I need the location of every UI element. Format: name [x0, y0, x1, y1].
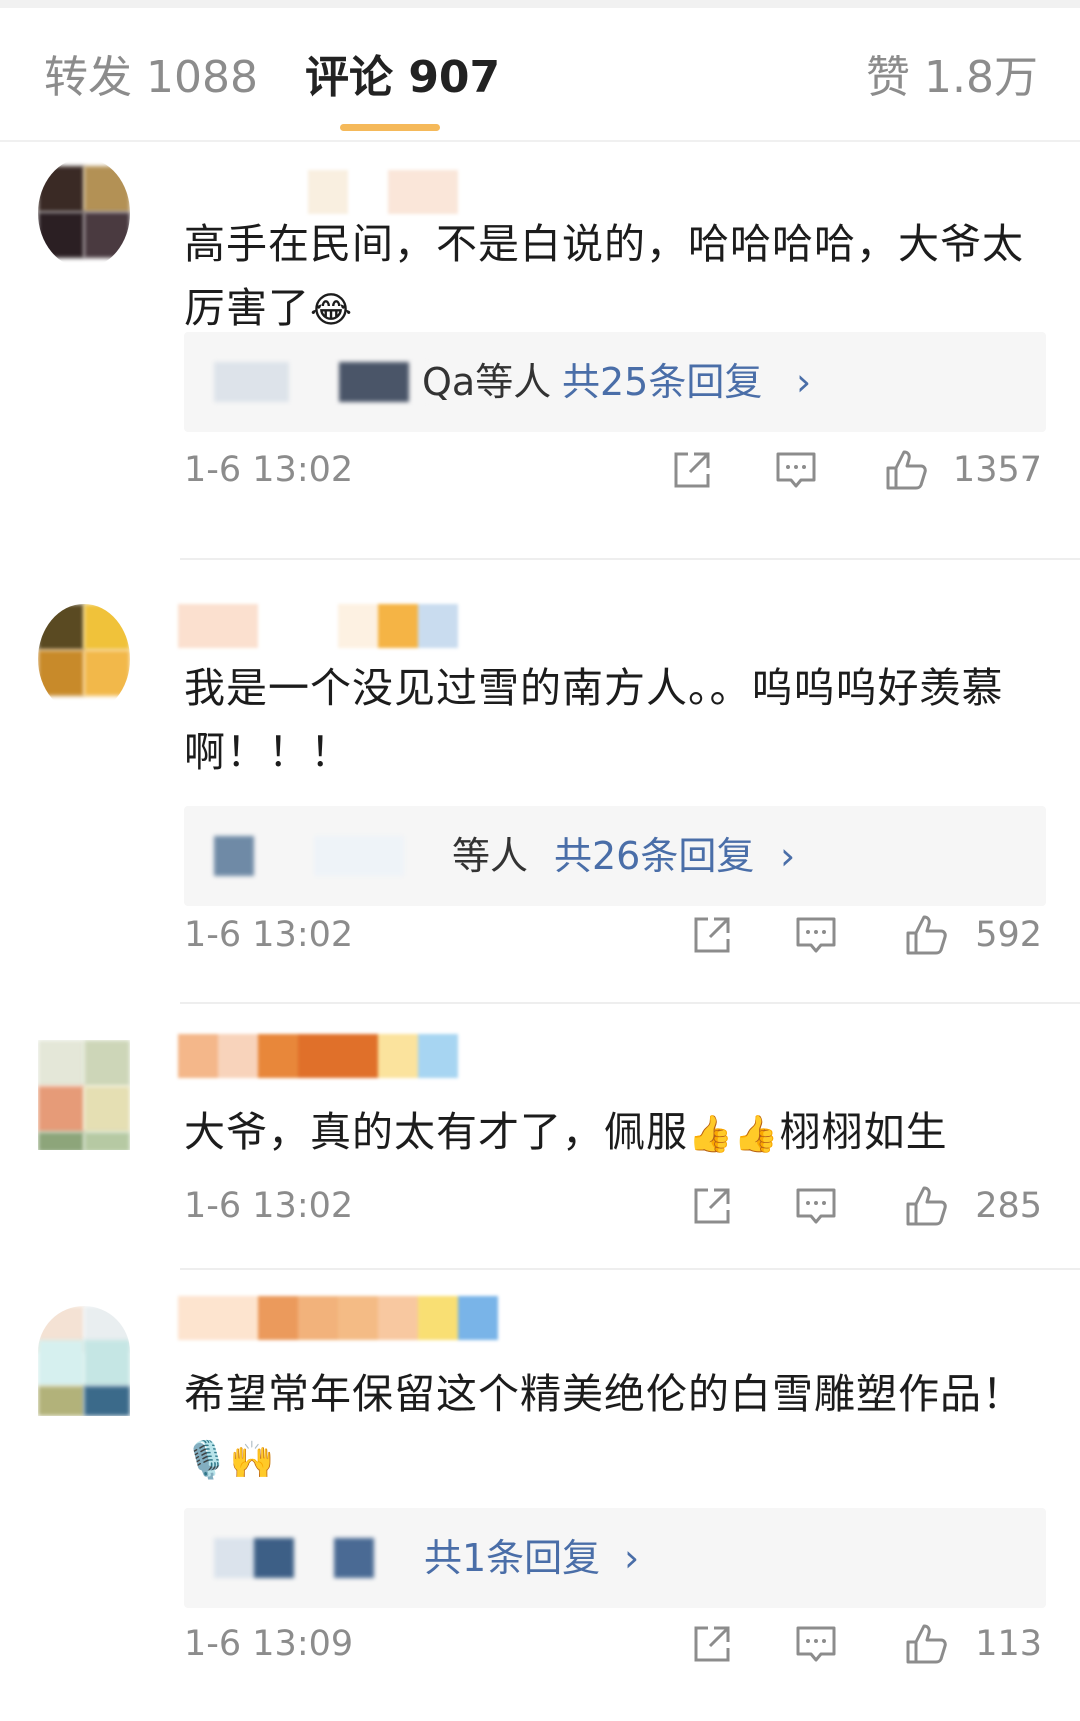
thumbs-up-emoji-icon: 👍👍 — [688, 1114, 780, 1155]
top-divider — [0, 0, 1080, 8]
reply-users-blurred — [214, 1538, 374, 1578]
comment-time: 1-6 13:02 — [184, 915, 354, 955]
reply-count-link[interactable]: 共1条回复 — [424, 1530, 600, 1586]
comment-icon[interactable] — [774, 448, 818, 492]
comment-item: 我是一个没见过雪的南方人。。呜呜呜好羡慕啊！！！ 等人 共26条回复 › 1-6… — [0, 562, 1080, 1004]
comment-item: 希望常年保留这个精美绝伦的白雪雕塑作品！ 🎙️🙌 共1条回复 › 1-6 13:0… — [0, 1272, 1080, 1721]
like-count: 1357 — [952, 450, 1042, 490]
like-count: 592 — [975, 915, 1042, 955]
comment-text: 大爷，真的太有才了，佩服👍👍栩栩如生 — [184, 1100, 1044, 1167]
chevron-right-icon: › — [624, 1536, 640, 1580]
like-icon[interactable] — [904, 1184, 948, 1228]
comment-body: 我是一个没见过雪的南方人。。呜呜呜好羡慕啊！！！ — [184, 664, 1004, 776]
username-blurred[interactable] — [178, 1296, 498, 1340]
reply-users-label: Qa等人 — [422, 360, 552, 404]
comment-item: 高手在民间，不是白说的，哈哈哈哈，大爷太厉害了😂 Qa等人 共25条回复 › 1… — [0, 140, 1080, 560]
comment-text: 希望常年保留这个精美绝伦的白雪雕塑作品！ 🎙️🙌 — [184, 1362, 1044, 1493]
comment-time: 1-6 13:02 — [184, 450, 354, 490]
divider — [180, 558, 1080, 560]
comment-item: 大爷，真的太有才了，佩服👍👍栩栩如生 1-6 13:02 285 — [0, 1004, 1080, 1270]
like-icon[interactable] — [884, 448, 928, 492]
reply-users-blurred — [214, 362, 429, 402]
tab-likes[interactable]: 赞 1.8万 — [866, 50, 1038, 106]
chevron-right-icon: › — [796, 360, 812, 404]
username-blurred[interactable] — [178, 604, 458, 648]
comment-time: 1-6 13:09 — [184, 1624, 354, 1664]
like-count: 113 — [975, 1624, 1042, 1664]
like-icon[interactable] — [904, 1622, 948, 1666]
microphone-hands-emoji-icon: 🎙️🙌 — [184, 1440, 276, 1481]
divider — [180, 1268, 1080, 1270]
share-icon[interactable] — [690, 913, 734, 957]
comment-body: 大爷，真的太有才了，佩服 — [184, 1108, 688, 1156]
like-icon[interactable] — [904, 913, 948, 957]
reply-preview[interactable]: Qa等人 共25条回复 › — [184, 332, 1046, 432]
comment-text: 我是一个没见过雪的南方人。。呜呜呜好羡慕啊！！！ — [184, 656, 1044, 784]
share-icon[interactable] — [690, 1622, 734, 1666]
comment-time: 1-6 13:02 — [184, 1186, 354, 1226]
username-blurred[interactable] — [178, 1034, 458, 1078]
tab-repost[interactable]: 转发 1088 — [44, 50, 258, 106]
reply-users-blurred — [214, 836, 404, 876]
reply-preview[interactable]: 等人 共26条回复 › — [184, 806, 1046, 906]
comment-icon[interactable] — [794, 1622, 838, 1666]
share-icon[interactable] — [670, 448, 714, 492]
comment-icon[interactable] — [794, 913, 838, 957]
comment-meta: 1-6 13:02 1357 — [184, 442, 1044, 498]
comment-body-tail: 栩栩如生 — [779, 1108, 948, 1156]
avatar[interactable] — [38, 1040, 130, 1150]
avatar[interactable] — [38, 1306, 130, 1416]
reply-count-link[interactable]: 共26条回复 — [554, 828, 754, 884]
comment-icon[interactable] — [794, 1184, 838, 1228]
comment-text: 高手在民间，不是白说的，哈哈哈哈，大爷太厉害了😂 — [184, 212, 1044, 343]
comment-meta: 1-6 13:02 592 — [184, 907, 1044, 963]
reply-preview[interactable]: 共1条回复 › — [184, 1508, 1046, 1608]
like-count: 285 — [975, 1186, 1042, 1226]
comment-body: 希望常年保留这个精美绝伦的白雪雕塑作品！ — [184, 1370, 1024, 1418]
avatar[interactable] — [38, 604, 130, 714]
comment-meta: 1-6 13:02 285 — [184, 1178, 1044, 1234]
reply-users-label: 等人 — [452, 834, 529, 878]
username-blurred[interactable] — [178, 170, 458, 214]
tab-comments[interactable]: 评论 907 — [305, 50, 500, 106]
reply-count-link[interactable]: 共25条回复 — [562, 354, 762, 410]
tab-bar: 转发 1088 评论 907 赞 1.8万 — [0, 8, 1080, 142]
active-tab-indicator — [340, 124, 440, 131]
share-icon[interactable] — [690, 1184, 734, 1228]
comment-meta: 1-6 13:09 113 — [184, 1616, 1044, 1672]
avatar[interactable] — [38, 158, 130, 268]
chevron-right-icon: › — [780, 834, 796, 878]
